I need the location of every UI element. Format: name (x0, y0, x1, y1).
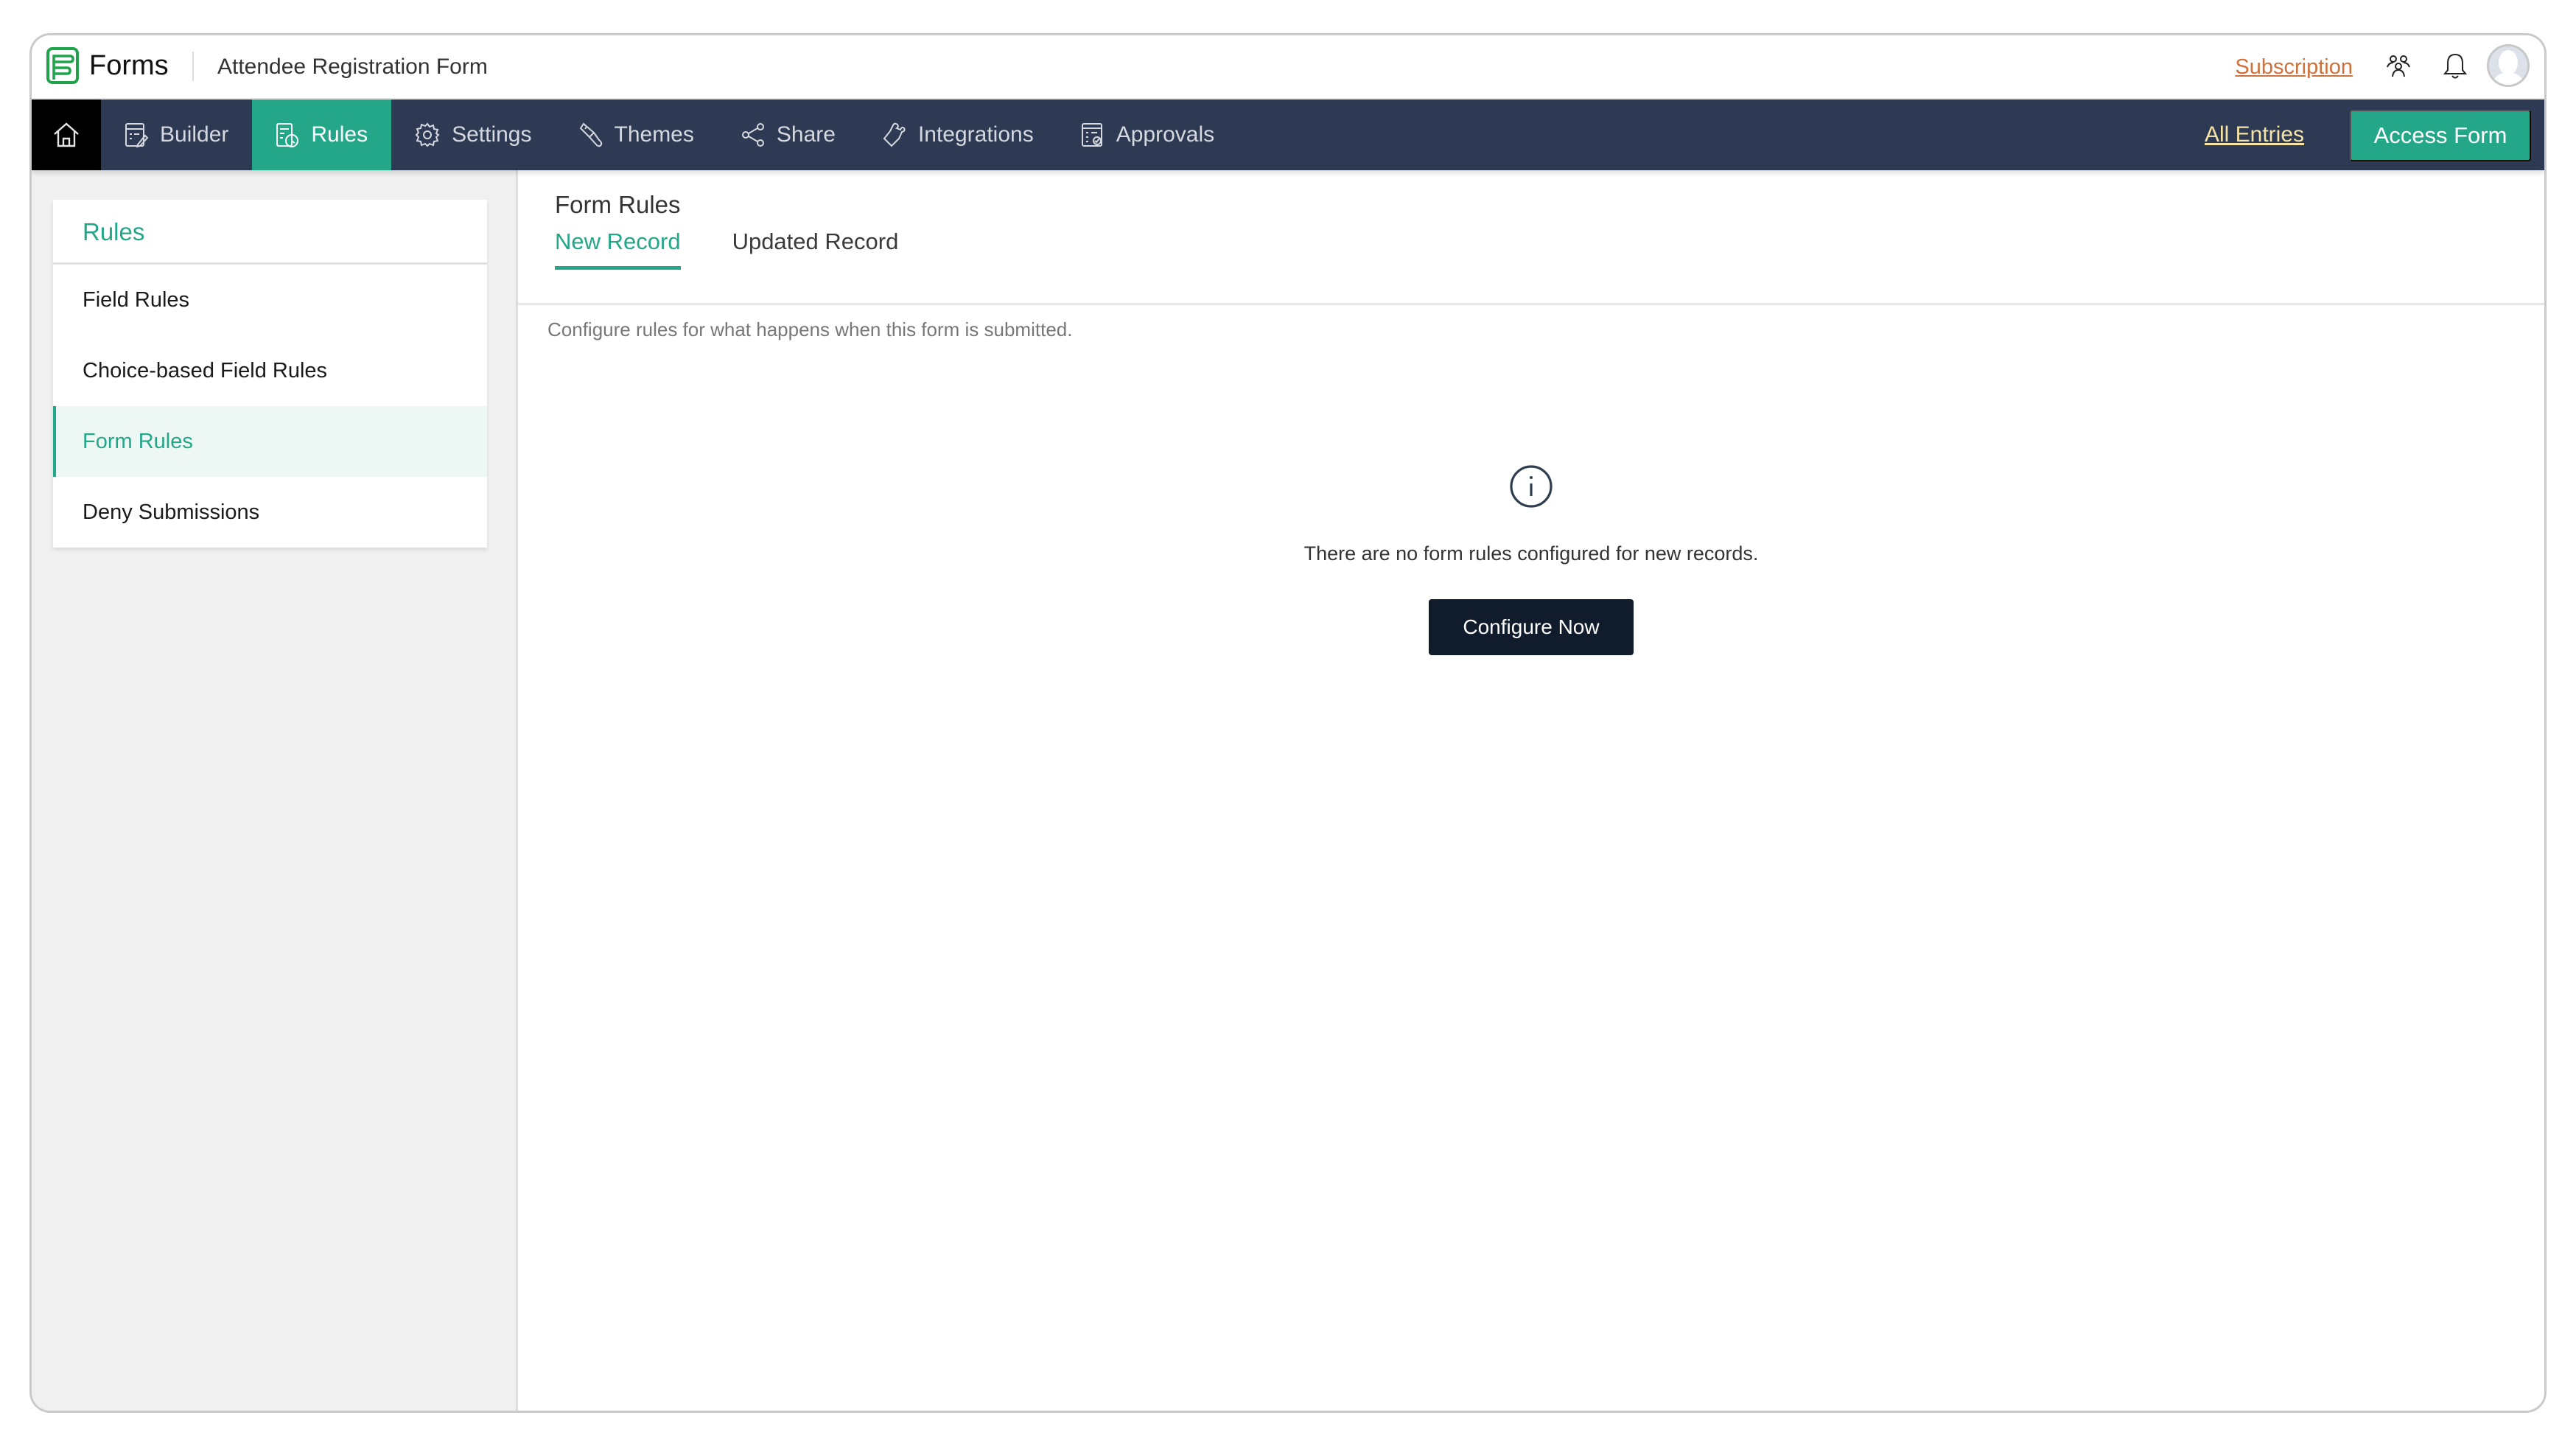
access-form-button[interactable]: Access Form (2350, 110, 2531, 161)
puzzle-icon (883, 122, 906, 147)
nav-tab-rules[interactable]: Rules (252, 99, 392, 170)
home-button[interactable] (32, 99, 101, 170)
rules-menu: Rules Field Rules Choice-based Field Rul… (53, 200, 487, 548)
nav-tab-integrations[interactable]: Integrations (859, 99, 1057, 170)
main-content: Form Rules New Record Updated Record Con… (518, 170, 2544, 1411)
page-title: Form Rules (555, 191, 681, 218)
empty-state-message: There are no form rules configured for n… (1303, 542, 1759, 565)
nav-label: Builder (160, 122, 229, 147)
header-divider (192, 52, 194, 81)
share-icon (741, 123, 764, 147)
sidebar-title: Rules (53, 200, 487, 265)
tab-new-record[interactable]: New Record (555, 223, 681, 272)
record-tabs: New Record Updated Record (555, 223, 950, 272)
sidebar-item-deny-submissions[interactable]: Deny Submissions (53, 477, 487, 548)
avatar[interactable] (2487, 44, 2530, 87)
configure-now-button[interactable]: Configure Now (1429, 599, 1634, 655)
form-name: Attendee Registration Form (217, 55, 488, 79)
nav-tab-share[interactable]: Share (718, 99, 859, 170)
brand-name: Forms (89, 50, 169, 81)
forms-logo-icon (46, 47, 79, 84)
app-window: Forms Attendee Registration Form Subscri… (29, 33, 2547, 1413)
nav-tab-settings[interactable]: Settings (391, 99, 555, 170)
all-entries-link[interactable]: All Entries (2205, 99, 2304, 170)
users-icon[interactable] (2382, 50, 2415, 83)
paintbrush-icon (579, 122, 602, 147)
gear-icon (415, 122, 440, 147)
main-nav: Builder Rules Settings Themes Share Inte… (32, 99, 2544, 170)
nav-tab-builder[interactable]: Builder (101, 99, 252, 170)
empty-state: There are no form rules configured for n… (518, 464, 2544, 655)
nav-label: Integrations (917, 122, 1034, 147)
sidebar-item-choice-based-field-rules[interactable]: Choice-based Field Rules (53, 335, 487, 406)
tabs-divider (518, 303, 2544, 305)
home-icon (54, 122, 79, 147)
builder-icon (125, 123, 148, 147)
approvals-icon (1081, 123, 1102, 147)
nav-label: Rules (311, 122, 368, 147)
page-description: Configure rules for what happens when th… (547, 318, 1073, 340)
tab-updated-record[interactable]: Updated Record (732, 223, 899, 272)
nav-tab-approvals[interactable]: Approvals (1057, 99, 1238, 170)
rules-icon (276, 123, 299, 147)
top-header: Forms Attendee Registration Form Subscri… (32, 35, 2544, 99)
nav-label: Settings (452, 122, 532, 147)
bell-icon[interactable] (2439, 50, 2471, 83)
nav-tab-themes[interactable]: Themes (556, 99, 718, 170)
sidebar-item-field-rules[interactable]: Field Rules (53, 265, 487, 335)
info-icon (1510, 465, 1553, 508)
nav-label: Approvals (1116, 122, 1215, 147)
nav-label: Share (776, 122, 836, 147)
rules-sidebar: Rules Field Rules Choice-based Field Rul… (32, 170, 518, 1411)
nav-label: Themes (614, 122, 694, 147)
sidebar-item-form-rules[interactable]: Form Rules (53, 406, 487, 477)
subscription-link[interactable]: Subscription (2235, 49, 2353, 85)
